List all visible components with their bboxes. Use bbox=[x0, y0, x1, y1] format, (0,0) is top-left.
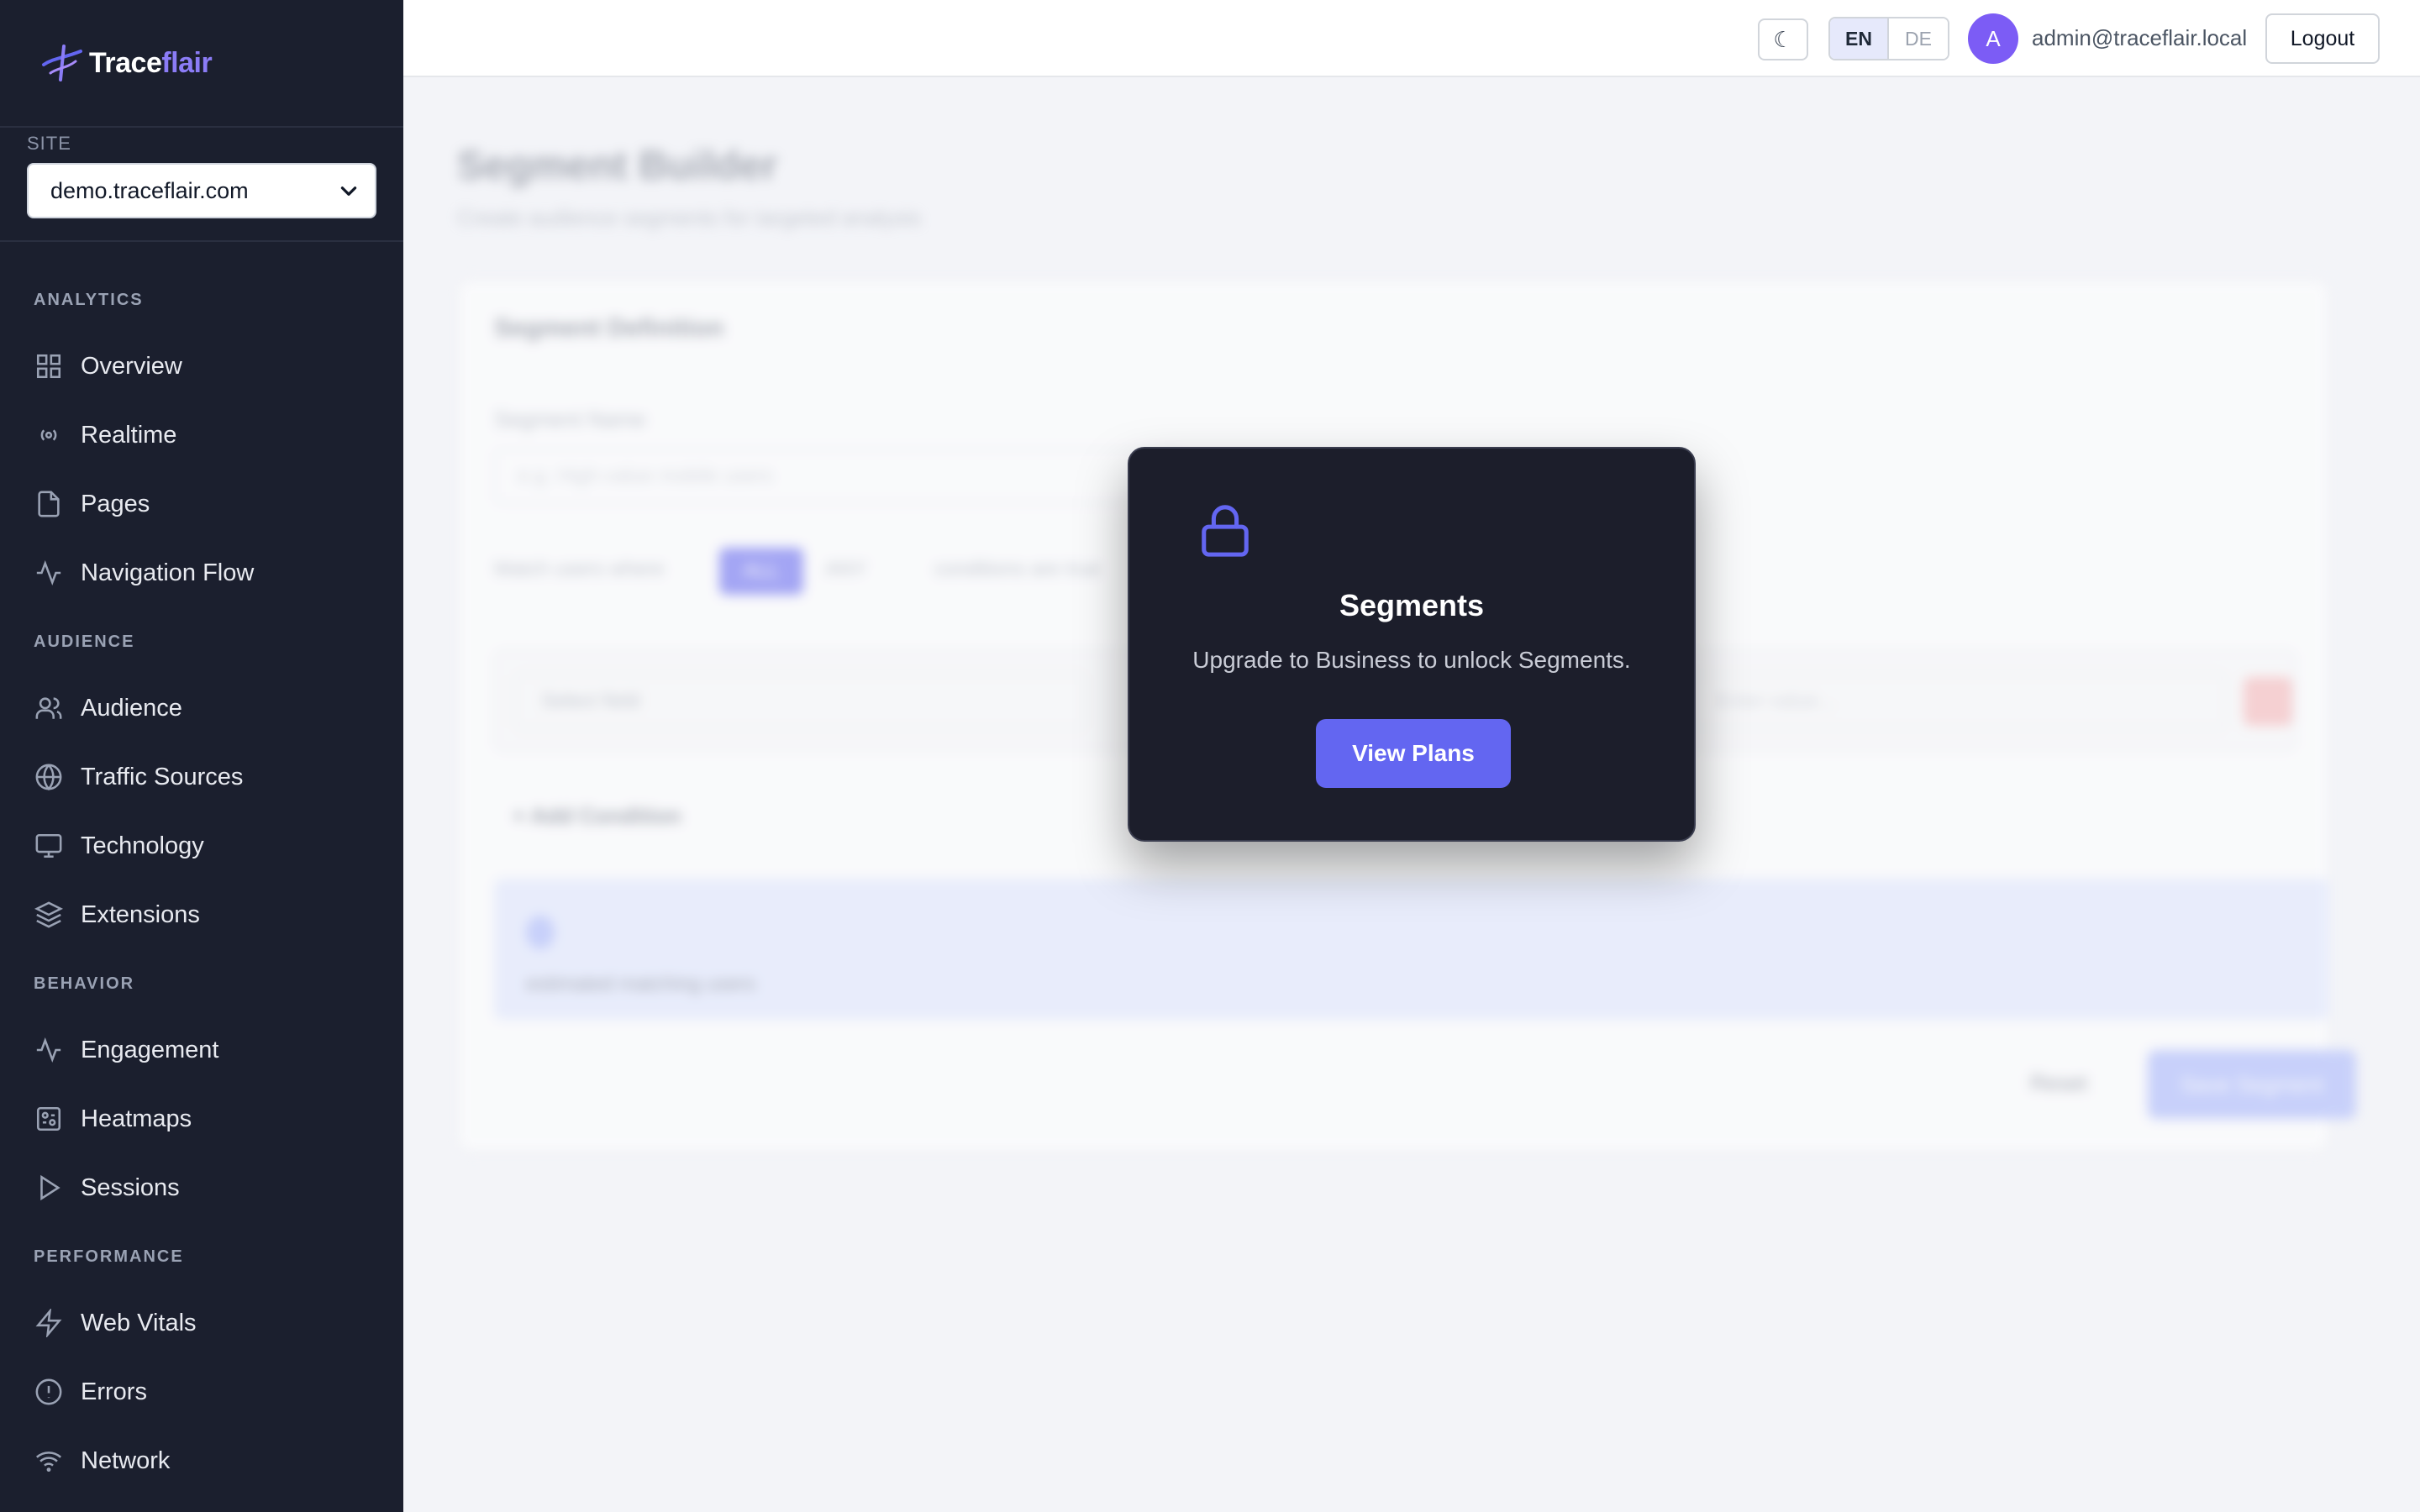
segment-name-input: e.g. High-value mobile users bbox=[494, 449, 1183, 504]
logo-icon bbox=[42, 45, 82, 81]
sidebar-item-heatmaps[interactable]: Heatmaps bbox=[0, 1084, 403, 1153]
condition-value-input: Enter value... bbox=[1689, 674, 2227, 729]
sidebar-item-engagement[interactable]: Engagement bbox=[0, 1016, 403, 1084]
monitor-icon bbox=[35, 833, 62, 858]
page-title: Segment Builder bbox=[457, 144, 778, 188]
reset-button: Reset bbox=[2030, 1070, 2087, 1095]
estimate-text: estimated matching users bbox=[526, 973, 756, 995]
sidebar-item-label: Overview bbox=[81, 352, 182, 380]
sidebar-item-label: Audience bbox=[81, 694, 182, 722]
sidebar-item-traffic-sources[interactable]: Traffic Sources bbox=[0, 743, 403, 811]
sidebar-item-label: Pages bbox=[81, 490, 150, 517]
sidebar-item-navigation-flow[interactable]: Navigation Flow bbox=[0, 538, 403, 607]
page-subtitle: Create audience segments for targeted an… bbox=[457, 205, 922, 230]
match-label: Match users where bbox=[494, 558, 665, 580]
site-label: SITE bbox=[27, 133, 71, 154]
lock-icon bbox=[1202, 505, 1249, 557]
activity-icon bbox=[36, 560, 61, 585]
sidebar-item-label: Technology bbox=[81, 832, 204, 859]
sidebar-item-overview[interactable]: Overview bbox=[0, 332, 403, 401]
nav-section-performance: PERFORMANCE Web Vitals Errors Network bbox=[0, 1247, 403, 1495]
site-select-value: demo.traceflair.com bbox=[50, 177, 249, 203]
zap-icon bbox=[35, 1309, 62, 1337]
nav-section-analytics: ANALYTICS Overview Realtime Pages Naviga… bbox=[0, 291, 403, 607]
sidebar-item-sessions[interactable]: Sessions bbox=[0, 1153, 403, 1222]
sidebar-item-pages[interactable]: Pages bbox=[0, 470, 403, 538]
grid-icon bbox=[36, 354, 61, 379]
sidebar-item-label: Navigation Flow bbox=[81, 559, 255, 586]
sidebar-item-label: Engagement bbox=[81, 1036, 219, 1063]
sidebar-item-extensions[interactable]: Extensions bbox=[0, 880, 403, 949]
sidebar-nav: ANALYTICS Overview Realtime Pages Naviga… bbox=[0, 242, 403, 1495]
match-all-toggle: ALL bbox=[719, 548, 803, 595]
theme-toggle-button[interactable]: ☾ bbox=[1758, 18, 1808, 60]
user-email: admin@traceflair.local bbox=[2032, 25, 2248, 50]
sidebar-item-realtime[interactable]: Realtime bbox=[0, 401, 403, 470]
alert-circle-icon bbox=[35, 1378, 62, 1405]
users-icon bbox=[35, 697, 62, 719]
sidebar-item-label: Extensions bbox=[81, 900, 200, 928]
sidebar-item-label: Heatmaps bbox=[81, 1105, 192, 1132]
logout-button[interactable]: Logout bbox=[2265, 13, 2380, 64]
activity-icon bbox=[36, 1037, 61, 1063]
wifi-icon bbox=[35, 1452, 62, 1473]
layers-icon bbox=[34, 901, 63, 928]
lang-de-button[interactable]: DE bbox=[1889, 18, 1948, 59]
section-title: ANALYTICS bbox=[34, 291, 144, 309]
sidebar-item-label: Traffic Sources bbox=[81, 763, 244, 790]
globe-icon bbox=[35, 764, 62, 791]
nav-section-audience: AUDIENCE Audience Traffic Sources Techno… bbox=[0, 633, 403, 949]
file-icon bbox=[38, 491, 60, 517]
broadcast-icon bbox=[40, 429, 57, 441]
site-selector: SITE demo.traceflair.com bbox=[0, 128, 403, 242]
delete-condition-button bbox=[2244, 677, 2292, 726]
sidebar-item-label: Web Vitals bbox=[81, 1309, 197, 1336]
section-title: BEHAVIOR bbox=[34, 974, 135, 993]
modal-title: Segments bbox=[1339, 588, 1485, 622]
section-title: PERFORMANCE bbox=[34, 1247, 184, 1266]
chevron-down-icon bbox=[340, 186, 357, 196]
upgrade-modal: Segments Upgrade to Business to unlock S… bbox=[1128, 447, 1696, 842]
heatmap-icon bbox=[36, 1106, 61, 1131]
sidebar-item-errors[interactable]: Errors bbox=[0, 1357, 403, 1426]
avatar[interactable]: A bbox=[1968, 13, 2018, 64]
brand-name: Traceflair bbox=[89, 46, 213, 79]
language-switcher: EN DE bbox=[1828, 17, 1949, 60]
lang-en-button[interactable]: EN bbox=[1830, 18, 1889, 59]
info-icon bbox=[526, 916, 555, 949]
match-any-toggle: ANY bbox=[825, 558, 867, 580]
sidebar-item-audience[interactable]: Audience bbox=[0, 674, 403, 743]
sidebar-item-label: Errors bbox=[81, 1378, 147, 1405]
view-plans-button[interactable]: View Plans bbox=[1316, 719, 1511, 788]
sidebar-item-technology[interactable]: Technology bbox=[0, 811, 403, 880]
sidebar-item-label: Network bbox=[81, 1446, 171, 1474]
modal-message: Upgrade to Business to unlock Segments. bbox=[1192, 647, 1631, 673]
section-title: AUDIENCE bbox=[34, 633, 135, 651]
play-icon bbox=[40, 1174, 60, 1201]
sidebar-item-label: Sessions bbox=[81, 1173, 180, 1201]
match-note: conditions are true bbox=[934, 558, 1101, 580]
brand[interactable]: Traceflair bbox=[0, 0, 403, 128]
nav-section-behavior: BEHAVIOR Engagement Heatmaps Sessions bbox=[0, 974, 403, 1222]
segment-name-label: Segment Name bbox=[494, 407, 646, 432]
estimate-box: estimated matching users bbox=[494, 879, 2329, 1020]
sidebar-item-label: Realtime bbox=[81, 421, 177, 449]
sidebar: Traceflair SITE demo.traceflair.com ANAL… bbox=[0, 0, 403, 1512]
card-title: Segment Definition bbox=[494, 314, 724, 342]
topbar: ☾ EN DE A admin@traceflair.local Logout bbox=[403, 0, 2420, 77]
save-segment-button: Save Segment bbox=[2148, 1050, 2356, 1119]
sidebar-item-network[interactable]: Network bbox=[0, 1426, 403, 1495]
add-condition-button: + Add Condition bbox=[513, 803, 681, 828]
condition-field-select: Select field bbox=[514, 674, 1086, 729]
site-select[interactable]: demo.traceflair.com bbox=[27, 163, 376, 218]
sidebar-item-web-vitals[interactable]: Web Vitals bbox=[0, 1289, 403, 1357]
